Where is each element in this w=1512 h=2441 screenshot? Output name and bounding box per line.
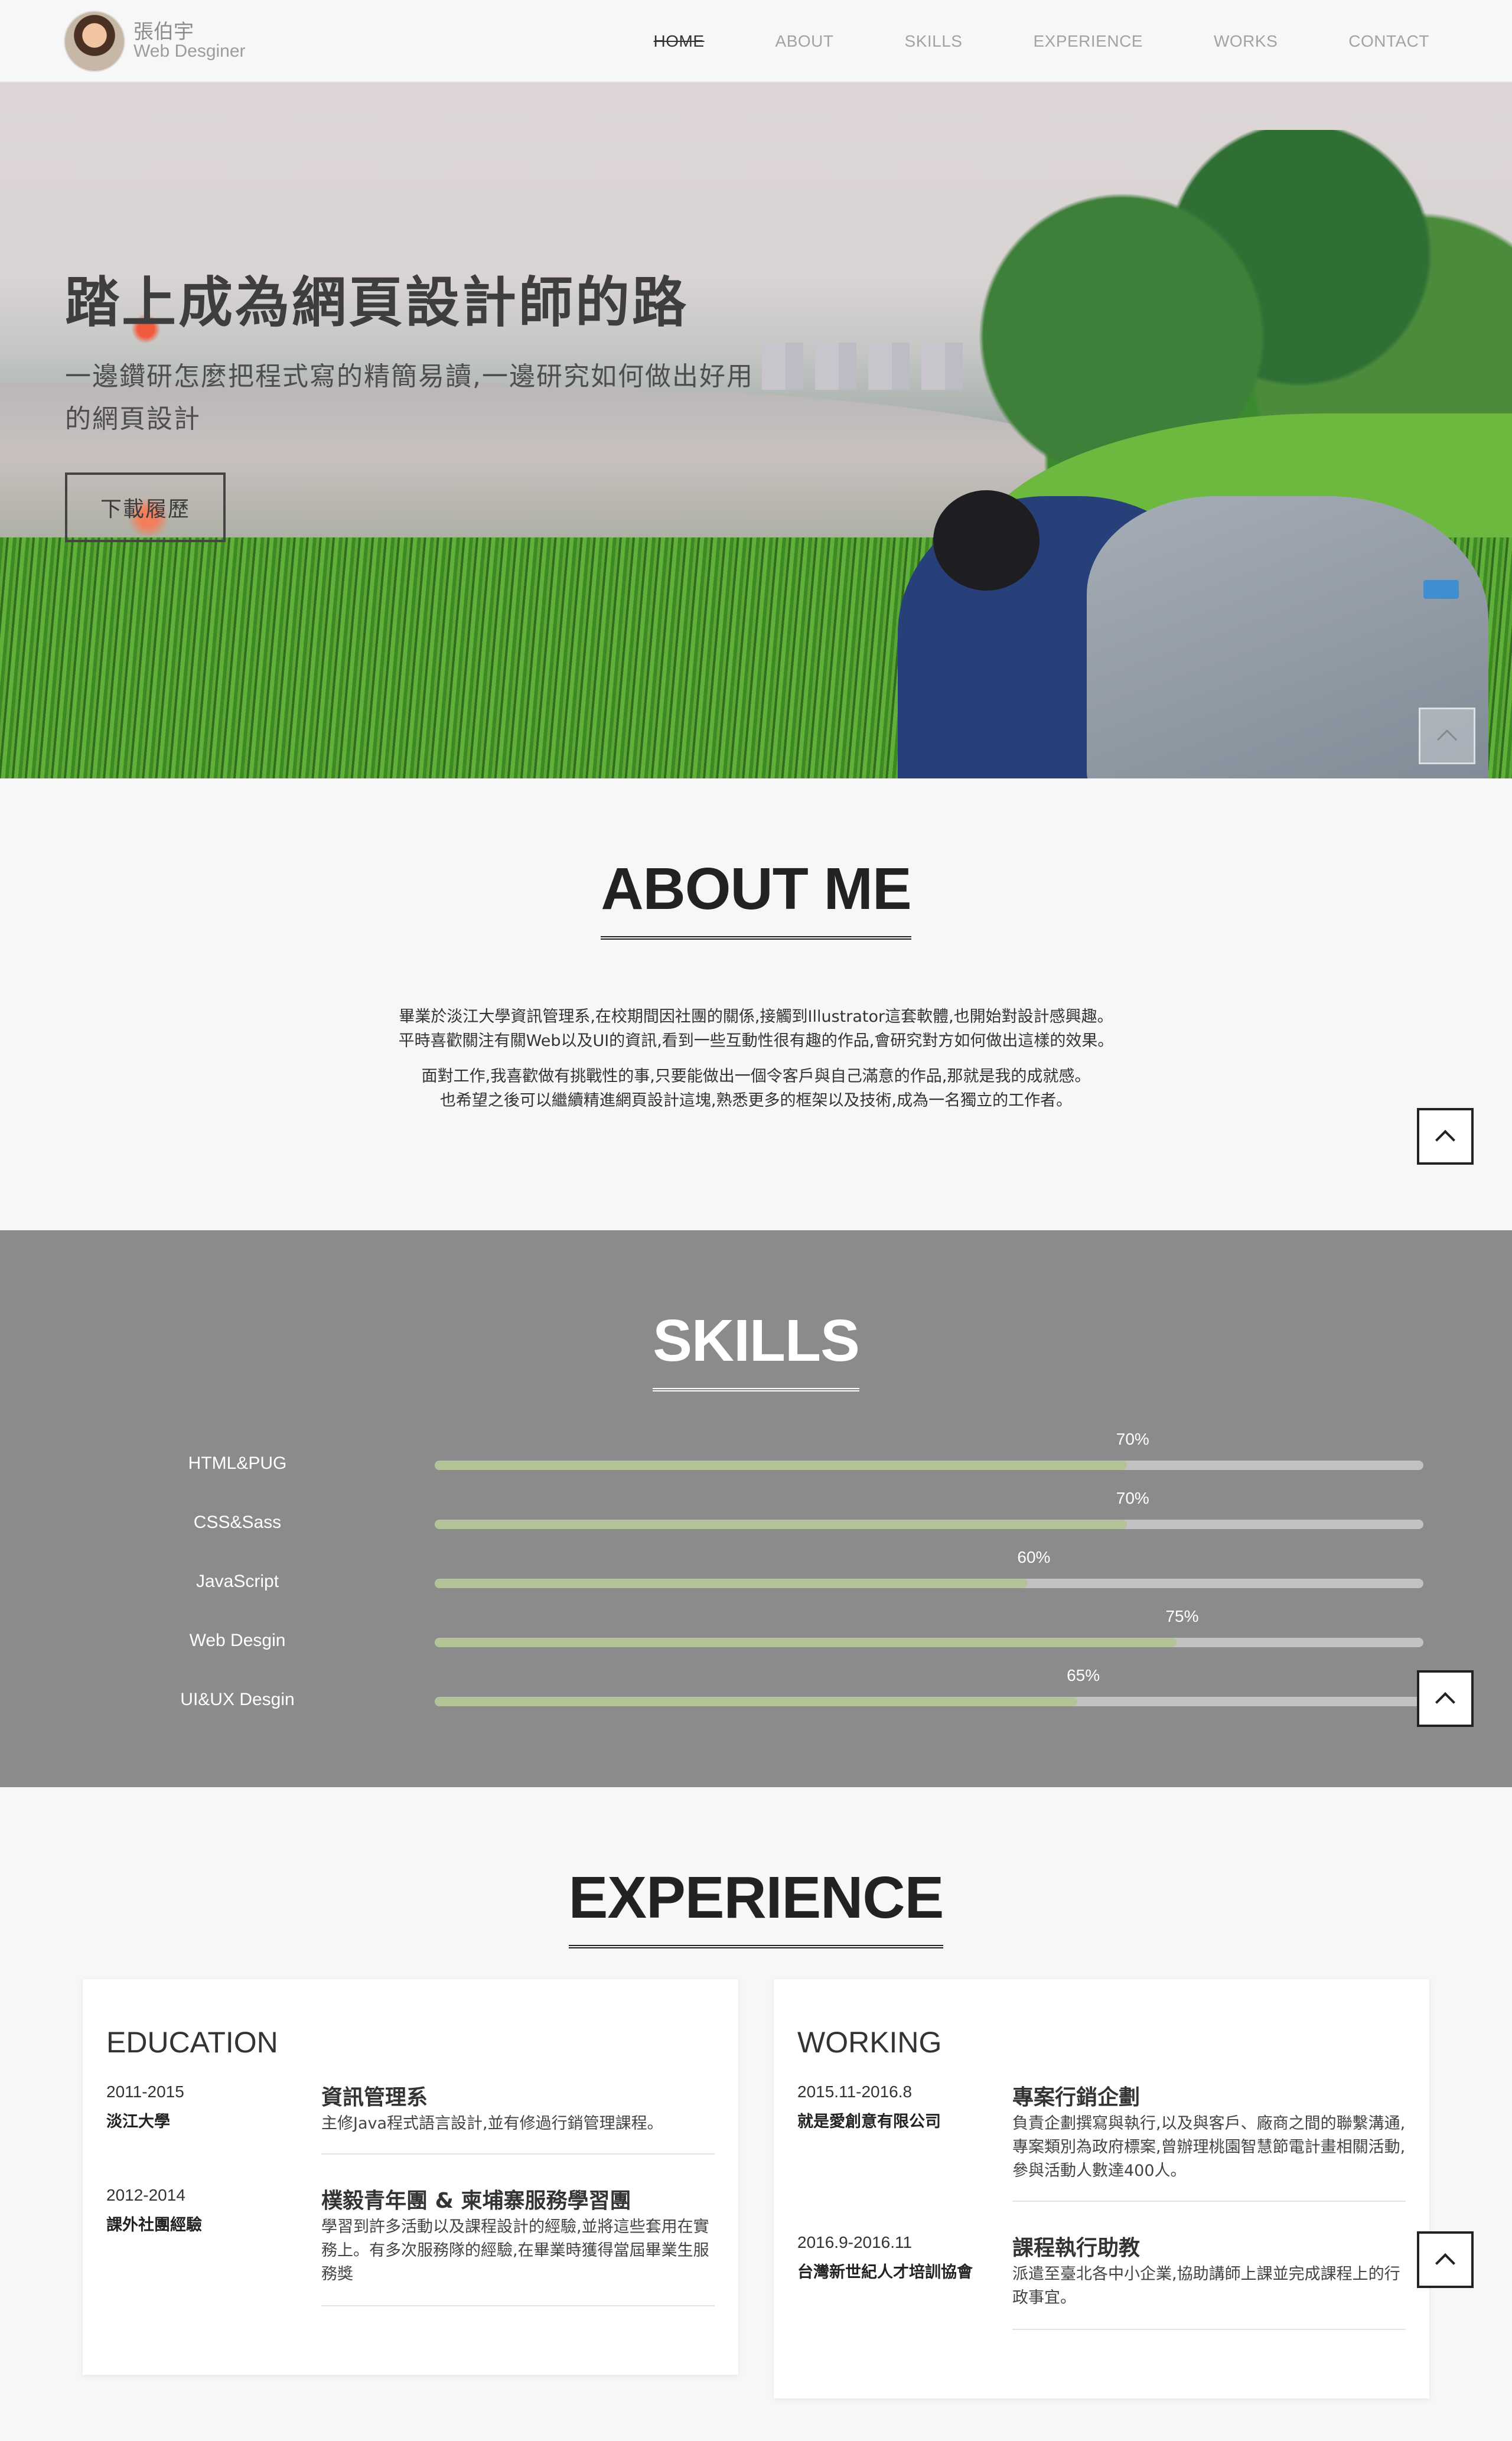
skill-label: UI&UX Desgin — [180, 1690, 295, 1709]
skill-label: HTML&PUG — [188, 1453, 287, 1473]
skill-bar-fill — [435, 1520, 1127, 1529]
skill-percent: 70% — [1116, 1430, 1149, 1448]
entry-heading: 資訊管理系 — [321, 2085, 428, 2110]
entry-description: 主修Java程式語言設計,並有修過行銷管理課程。 — [321, 2114, 663, 2133]
skill-percent: 60% — [1017, 1548, 1051, 1566]
nav-skills[interactable]: SKILLS — [905, 32, 963, 51]
site-header: 張伯宇 Web Desginer HOME ABOUT SKILLS EXPER… — [0, 0, 1512, 83]
skill-label: CSS&Sass — [193, 1513, 282, 1532]
about-paragraph: 也希望之後可以繼續精進網頁設計這塊,熟悉更多的框架以及技術,成為一名獨立的工作者… — [439, 1091, 1073, 1110]
nav-about[interactable]: ABOUT — [775, 32, 834, 51]
entry-heading: 課程執行助教 — [1012, 2236, 1140, 2260]
about-paragraph: 面對工作,我喜歡做有挑戰性的事,只要能做出一個令客戶與自己滿意的作品,那就是我的… — [421, 1067, 1091, 1086]
entry-heading: 專案行銷企劃 — [1012, 2085, 1140, 2110]
hero-banner: 踏上成為網頁設計師的路 一邊鑽研怎麼把程式寫的精簡易讀,一邊研究如何做出好用的網… — [0, 83, 1512, 778]
skills-title: SKILLS — [0, 1307, 1512, 1391]
divider — [321, 2305, 715, 2306]
entry-date: 2011-2015 — [106, 2082, 184, 2101]
entry-description: 負責企劃撰寫與執行,以及與客戶、廠商之間的聯繫溝通,專案類別為政府標案,曾辦理桃… — [1012, 2114, 1406, 2180]
working-entry: 2016.9-2016.11 台灣新世紀人才培訓協會 課程執行助教 派遣至臺北各… — [797, 2233, 1406, 2363]
skill-label: Web Desgin — [189, 1631, 286, 1650]
education-card: EDUCATION 2011-2015 淡江大學 資訊管理系 主修Java程式語… — [83, 1979, 738, 2375]
skill-percent: 65% — [1067, 1666, 1100, 1684]
entry-description: 派遣至臺北各中小企業,協助講師上課並完成課程上的行政事宜。 — [1012, 2265, 1400, 2307]
entry-date: 2016.9-2016.11 — [797, 2233, 913, 2251]
experience-title: EXPERIENCE — [0, 1864, 1512, 1948]
chevron-up-icon — [1435, 1130, 1455, 1150]
about-section: ABOUT ME 畢業於淡江大學資訊管理系,在校期間因社團的關係,接觸到Illu… — [0, 778, 1512, 1230]
skill-bar-track — [435, 1697, 1423, 1706]
entry-organization: 台灣新世紀人才培訓協會 — [797, 2263, 973, 2282]
skill-bar-track — [435, 1461, 1423, 1470]
divider — [1012, 2329, 1406, 2330]
skill-percent: 75% — [1165, 1607, 1199, 1625]
nav-contact[interactable]: CONTACT — [1348, 32, 1429, 51]
main-nav: HOME ABOUT SKILLS EXPERIENCE WORKS CONTA… — [583, 0, 1429, 83]
education-entry: 2012-2014 課外社團經驗 樸毅青年團 & 柬埔寨服務學習團 學習到許多活… — [106, 2186, 715, 2316]
skill-label: JavaScript — [195, 1572, 279, 1591]
back-to-top-button[interactable] — [1417, 2231, 1474, 2288]
skill-bar-fill — [435, 1638, 1177, 1647]
chevron-up-icon — [1435, 1692, 1455, 1712]
working-title: WORKING — [797, 2026, 942, 2059]
avatar[interactable] — [64, 11, 125, 72]
skill-bar-track — [435, 1579, 1423, 1588]
entry-description: 學習到許多活動以及課程設計的經驗,並將這些套用在實務上。有多次服務隊的經驗,在畢… — [321, 2218, 709, 2283]
skill-bar-track — [435, 1638, 1423, 1647]
experience-section: EXPERIENCE EDUCATION 2011-2015 淡江大學 資訊管理… — [0, 1787, 1512, 2441]
working-entry: 2015.11-2016.8 就是愛創意有限公司 專案行銷企劃 負責企劃撰寫與執… — [797, 2082, 1406, 2212]
nav-home[interactable]: HOME — [654, 32, 705, 51]
education-entry: 2011-2015 淡江大學 資訊管理系 主修Java程式語言設計,並有修過行銷… — [106, 2082, 715, 2165]
entry-date: 2015.11-2016.8 — [797, 2082, 913, 2101]
entry-organization: 課外社團經驗 — [106, 2216, 202, 2234]
skills-section: SKILLS HTML&PUG 70% CSS&Sass 70% JavaScript 6… — [0, 1230, 1512, 1787]
back-to-top-button[interactable] — [1419, 708, 1475, 764]
entry-date: 2012-2014 — [106, 2186, 185, 2204]
working-card: WORKING 2015.11-2016.8 就是愛創意有限公司 專案行銷企劃 … — [774, 1979, 1429, 2398]
skill-bar-fill — [435, 1579, 1028, 1588]
nav-experience[interactable]: EXPERIENCE — [1033, 32, 1143, 51]
education-title: EDUCATION — [106, 2026, 278, 2059]
hero-title: 踏上成為網頁設計師的路 — [65, 271, 689, 334]
divider — [1012, 2201, 1406, 2202]
entry-organization: 就是愛創意有限公司 — [797, 2113, 941, 2131]
chevron-up-icon — [1435, 2253, 1455, 2273]
brand-name: 張伯宇 — [133, 20, 194, 44]
brand-role: Web Desginer — [133, 41, 246, 61]
entry-heading: 樸毅青年團 & 柬埔寨服務學習團 — [321, 2189, 631, 2213]
divider — [321, 2153, 715, 2155]
skill-percent: 70% — [1116, 1489, 1149, 1507]
about-paragraph: 畢業於淡江大學資訊管理系,在校期間因社團的關係,接觸到Illustrator這套… — [399, 1008, 1113, 1026]
skill-bar-track — [435, 1520, 1423, 1529]
back-to-top-button[interactable] — [1417, 1670, 1474, 1727]
download-resume-button[interactable]: 下載履歷 — [65, 472, 226, 542]
chevron-up-icon — [1437, 729, 1457, 749]
skill-bar-fill — [435, 1461, 1127, 1470]
nav-works[interactable]: WORKS — [1214, 32, 1278, 51]
about-paragraph: 平時喜歡關注有關Web以及UI的資訊,看到一些互動性很有趣的作品,會研究對方如何… — [398, 1032, 1114, 1050]
back-to-top-button[interactable] — [1417, 1108, 1474, 1165]
entry-organization: 淡江大學 — [106, 2113, 170, 2131]
about-title: ABOUT ME — [0, 855, 1512, 940]
skill-bar-fill — [435, 1697, 1078, 1706]
hero-subtitle: 一邊鑽研怎麼把程式寫的精簡易讀,一邊研究如何做出好用的網頁設計 — [65, 361, 754, 434]
